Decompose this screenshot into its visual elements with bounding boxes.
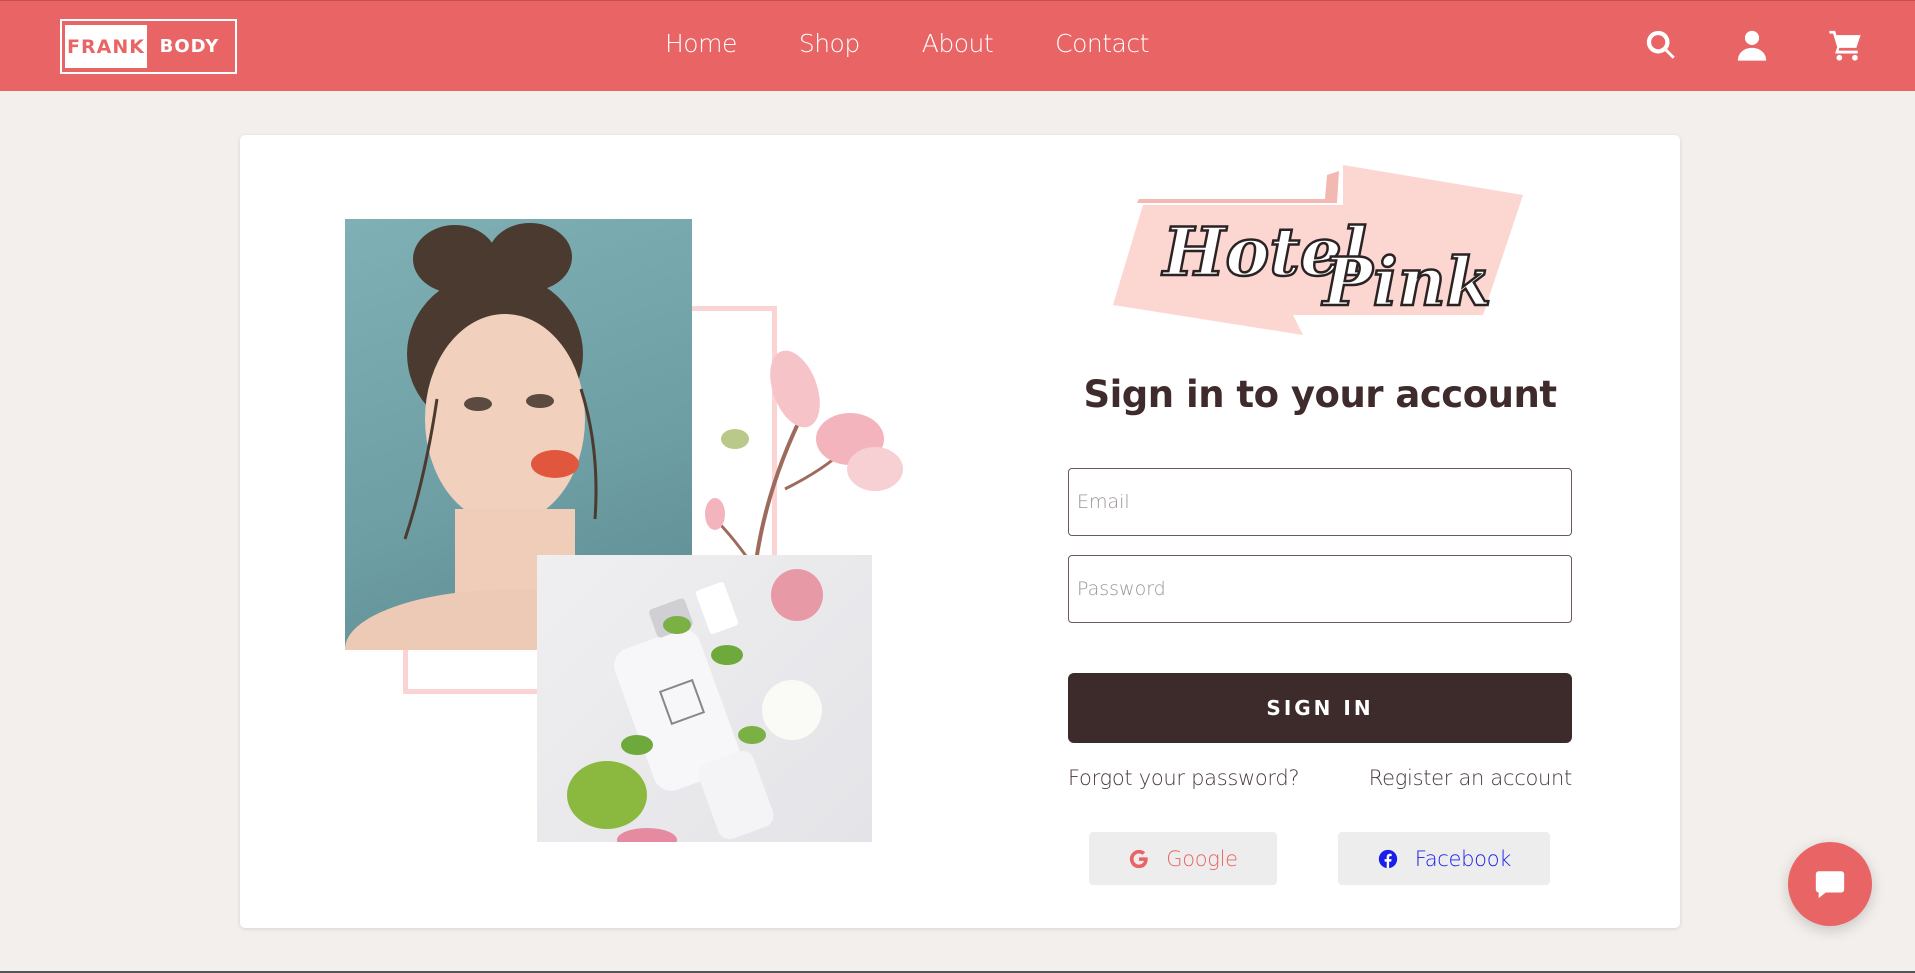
google-label: Google: [1166, 846, 1238, 871]
nav-about[interactable]: About: [922, 29, 994, 58]
google-signin-button[interactable]: Google: [1089, 832, 1277, 885]
user-icon[interactable]: [1735, 28, 1769, 62]
nav-home[interactable]: Home: [665, 29, 737, 58]
top-navbar: FRANK BODY Home Shop About Contact: [0, 0, 1915, 91]
google-icon: [1130, 849, 1148, 868]
magnolia-branch-image: [705, 350, 903, 569]
forgot-password-link[interactable]: Forgot your password?: [1068, 766, 1300, 790]
chat-button[interactable]: [1788, 842, 1872, 926]
sign-in-form: Hotel Pink Sign in to your account SIGN …: [1068, 135, 1572, 928]
products-photo: [537, 555, 872, 842]
frank-body-logo[interactable]: FRANK BODY: [60, 19, 237, 74]
hotel-pink-logo: Hotel Pink: [1113, 165, 1523, 335]
sign-in-button[interactable]: SIGN IN: [1068, 673, 1572, 743]
facebook-icon: [1378, 849, 1398, 868]
nav-shop[interactable]: Shop: [799, 29, 860, 58]
password-field[interactable]: [1068, 555, 1572, 623]
logo-frank-text: FRANK: [65, 25, 147, 68]
main-nav: Home Shop About Contact: [665, 29, 1211, 58]
logo-body-text: BODY: [159, 36, 220, 57]
page-title: Sign in to your account: [1083, 373, 1557, 416]
facebook-label: Facebook: [1414, 846, 1512, 871]
search-icon[interactable]: [1644, 28, 1678, 62]
login-card: Hotel Pink Sign in to your account SIGN …: [240, 135, 1680, 928]
cart-icon[interactable]: [1828, 28, 1862, 62]
facebook-signin-button[interactable]: Facebook: [1338, 832, 1550, 885]
image-collage: [345, 219, 905, 844]
email-field[interactable]: [1068, 468, 1572, 536]
svg-text:Pink: Pink: [1321, 243, 1491, 321]
register-account-link[interactable]: Register an account: [1369, 766, 1573, 790]
chat-icon: [1815, 871, 1845, 899]
nav-contact[interactable]: Contact: [1055, 29, 1149, 58]
